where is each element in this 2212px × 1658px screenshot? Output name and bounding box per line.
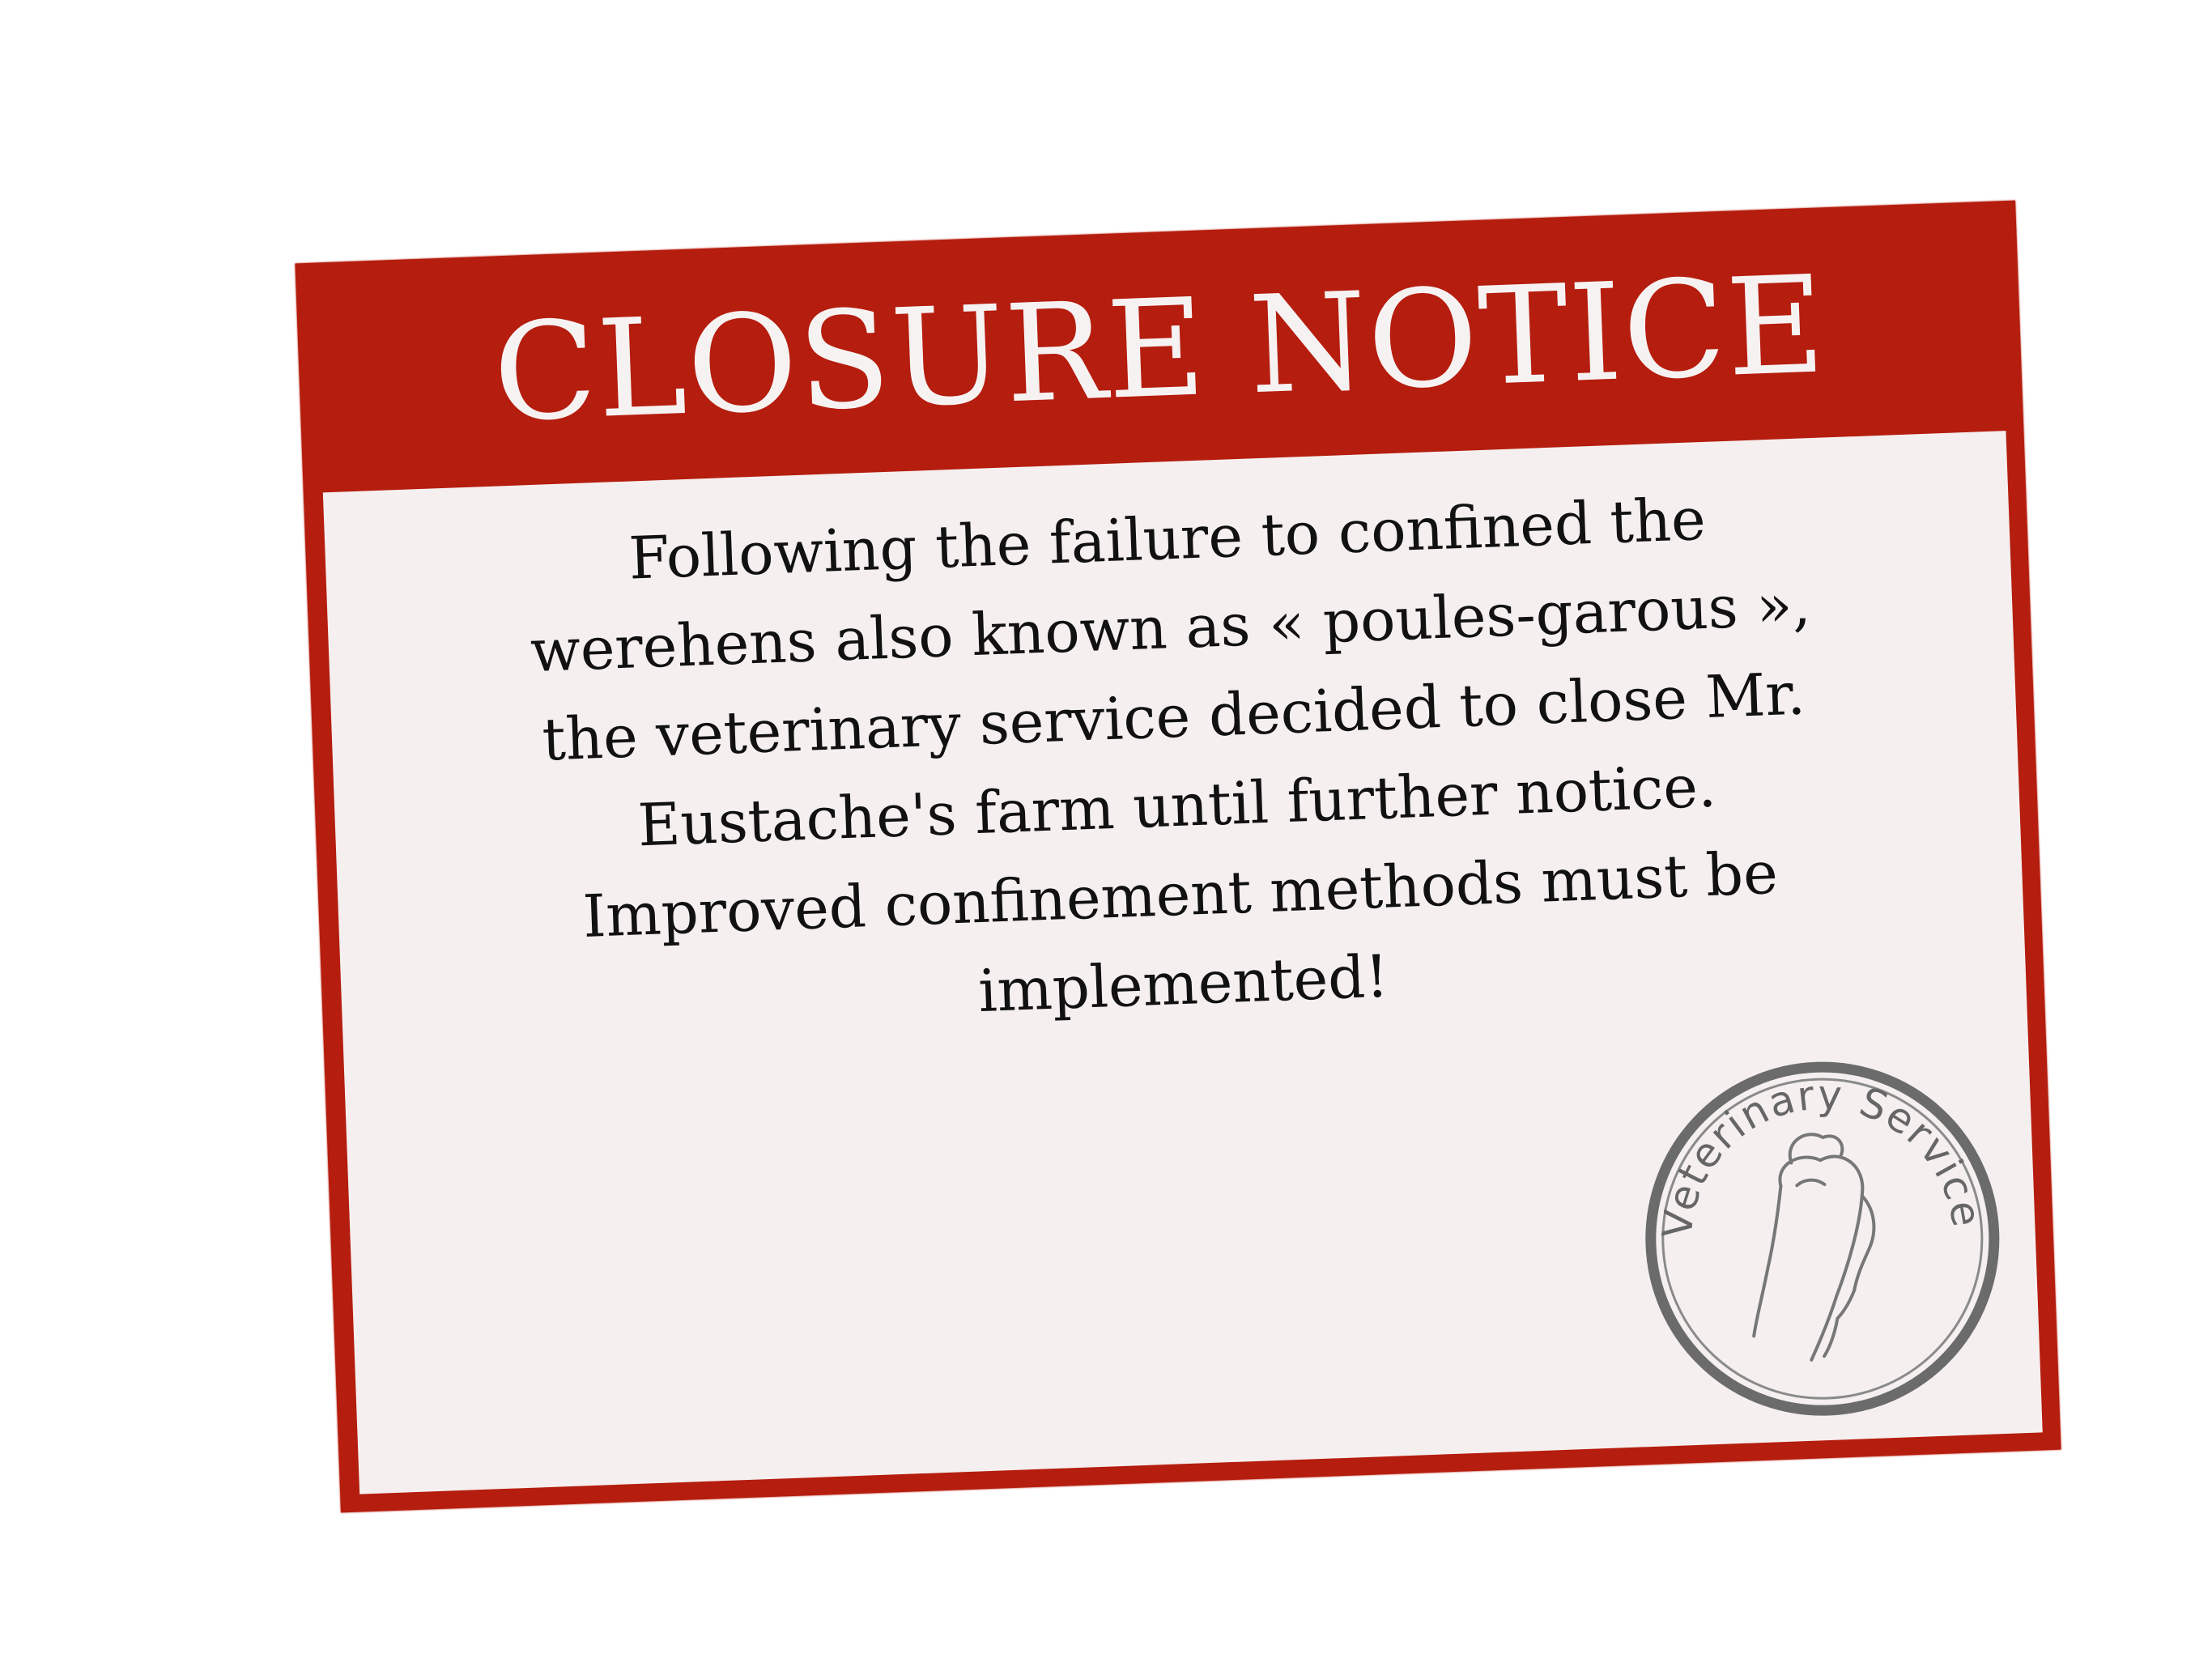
stamp-label-path: Veterinary Service (1648, 1065, 1991, 1243)
notice-message: Following the failure to confined the we… (389, 466, 1962, 1056)
hen-outline-icon (1752, 1133, 1876, 1362)
closure-notice-sign: CLOSURE NOTICE Following the failure to … (295, 200, 2061, 1513)
notice-body-panel: Following the failure to confined the we… (322, 431, 2043, 1494)
canvas: CLOSURE NOTICE Following the failure to … (0, 0, 2212, 1658)
stamp-label: Veterinary Service (1648, 1065, 1991, 1243)
stamp-svg: Veterinary Service (1645, 1061, 2000, 1416)
veterinary-service-stamp: Veterinary Service (1625, 1042, 2019, 1436)
